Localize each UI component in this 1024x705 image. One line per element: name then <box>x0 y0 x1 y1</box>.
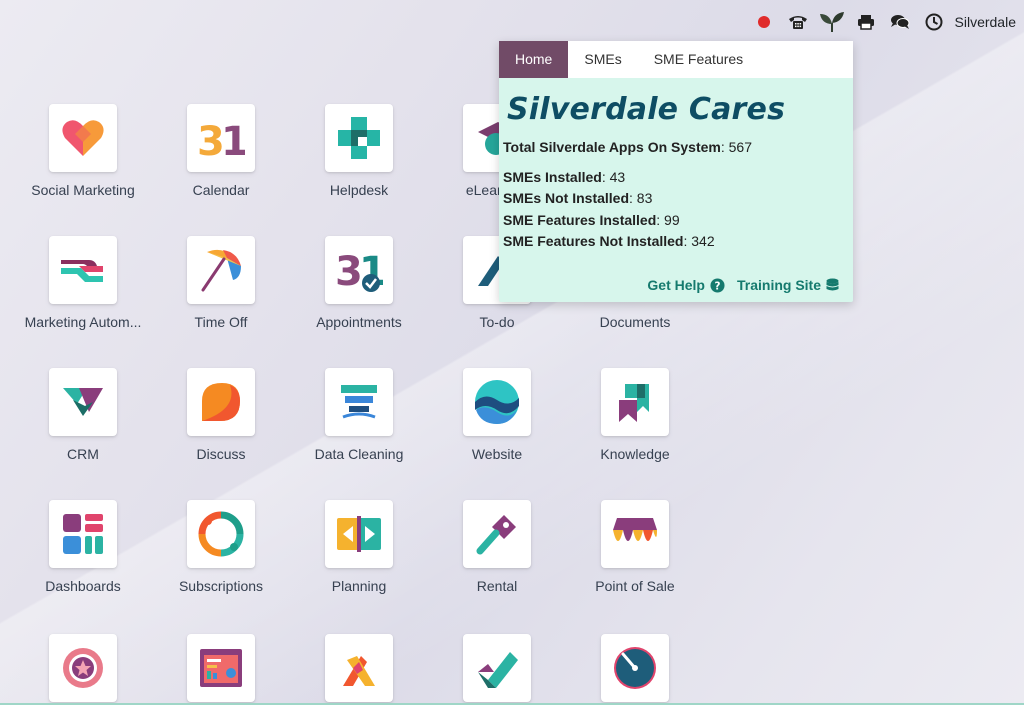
subscriptions-icon <box>187 500 255 568</box>
umbrella-icon <box>187 236 255 304</box>
svg-text:?: ? <box>714 280 720 292</box>
app-label: Discuss <box>196 446 246 462</box>
phone-icon[interactable] <box>781 0 815 44</box>
app-social-marketing[interactable]: Social Marketing <box>13 104 153 198</box>
knowledge-icon <box>601 368 669 436</box>
star-badge-icon <box>49 634 117 702</box>
app-dashboards[interactable]: Dashboards <box>13 500 153 594</box>
svg-text:1: 1 <box>221 119 245 159</box>
stat-smes-not-installed: SMEs Not Installed: 83 <box>503 190 653 206</box>
app-label: Social Marketing <box>31 182 135 198</box>
app-label: Appointments <box>316 314 402 330</box>
point-of-sale-icon <box>601 500 669 568</box>
cross-arrows-icon <box>325 634 393 702</box>
popup-title: Silverdale Cares <box>507 92 786 127</box>
training-site-link[interactable]: Training Site <box>737 277 839 293</box>
app-label: Rental <box>476 578 518 594</box>
app-website[interactable]: Website <box>427 368 567 462</box>
app-appointments[interactable]: 31 Appointments <box>289 236 429 330</box>
checkmark-icon <box>463 634 531 702</box>
app-tile-row5-5[interactable] <box>565 634 705 702</box>
app-time-off[interactable]: Time Off <box>151 236 291 330</box>
app-label: Point of Sale <box>595 578 675 594</box>
app-planning[interactable]: Planning <box>289 500 429 594</box>
tab-home[interactable]: Home <box>499 41 569 78</box>
app-tile-row5-3[interactable] <box>289 634 429 702</box>
training-site-label: Training Site <box>736 277 821 293</box>
app-crm[interactable]: CRM <box>13 368 153 462</box>
database-icon <box>826 278 839 290</box>
systray: Silverdale <box>747 0 1024 44</box>
chat-icon[interactable] <box>883 0 917 44</box>
silverdale-cares-popup: Home SMEs SME Features Silverdale Cares … <box>499 41 853 302</box>
stat-total-apps: Total Silverdale Apps On System: 567 <box>503 139 752 155</box>
app-tile-row5-1[interactable] <box>13 634 153 702</box>
app-label: Marketing Autom... <box>24 314 142 330</box>
app-point-of-sale[interactable]: Point of Sale <box>565 500 705 594</box>
planning-icon <box>325 500 393 568</box>
report-icon <box>187 634 255 702</box>
app-data-cleaning[interactable]: Data Cleaning <box>289 368 429 462</box>
clock-icon[interactable] <box>917 0 951 44</box>
app-rental[interactable]: Rental <box>427 500 567 594</box>
status-dot-icon[interactable] <box>747 0 781 44</box>
appointments-icon: 31 <box>325 236 393 304</box>
app-label: Dashboards <box>45 578 121 594</box>
helpdesk-icon <box>325 104 393 172</box>
crm-icon <box>49 368 117 436</box>
get-help-link[interactable]: Get Help ? <box>647 277 725 293</box>
app-label: Website <box>471 446 523 462</box>
get-help-label: Get Help <box>647 277 705 293</box>
stat-sme-features-not-installed: SME Features Not Installed: 342 <box>503 233 715 249</box>
discuss-icon <box>187 368 255 436</box>
website-icon <box>463 368 531 436</box>
company-name[interactable]: Silverdale <box>951 14 1024 30</box>
app-label: Subscriptions <box>178 578 264 594</box>
app-marketing-automation[interactable]: Marketing Autom... <box>13 236 153 330</box>
popup-links: Get Help ? Training Site <box>647 277 839 293</box>
tab-smes[interactable]: SMEs <box>568 41 637 78</box>
app-label: Planning <box>331 578 387 594</box>
app-label: Documents <box>599 314 671 330</box>
app-tile-row5-2[interactable] <box>151 634 291 702</box>
calendar-icon: 31 <box>187 104 255 172</box>
stat-smes-installed: SMEs Installed: 43 <box>503 168 626 185</box>
app-subscriptions[interactable]: Subscriptions <box>151 500 291 594</box>
app-label: Helpdesk <box>329 182 389 198</box>
app-label: Calendar <box>192 182 250 198</box>
question-circle-icon: ? <box>710 277 725 293</box>
app-tile-row5-4[interactable] <box>427 634 567 702</box>
app-label: Time Off <box>194 314 248 330</box>
app-label: To-do <box>479 314 515 330</box>
gauge-icon <box>601 634 669 702</box>
marketing-automation-icon <box>49 236 117 304</box>
tab-sme-features[interactable]: SME Features <box>638 41 759 78</box>
app-knowledge[interactable]: Knowledge <box>565 368 705 462</box>
app-label: CRM <box>67 446 99 462</box>
app-label: Data Cleaning <box>314 446 404 462</box>
app-label: Knowledge <box>600 446 670 462</box>
print-icon[interactable] <box>849 0 883 44</box>
popup-tabs: Home SMEs SME Features <box>499 41 853 78</box>
data-cleaning-icon <box>325 368 393 436</box>
rental-icon <box>463 500 531 568</box>
heart-icon <box>49 104 117 172</box>
app-calendar[interactable]: 31 Calendar <box>151 104 291 198</box>
app-discuss[interactable]: Discuss <box>151 368 291 462</box>
app-helpdesk[interactable]: Helpdesk <box>289 104 429 198</box>
leaf-icon[interactable] <box>815 0 849 44</box>
dashboards-icon <box>49 500 117 568</box>
stat-sme-features-installed: SME Features Installed: 99 <box>503 211 680 228</box>
